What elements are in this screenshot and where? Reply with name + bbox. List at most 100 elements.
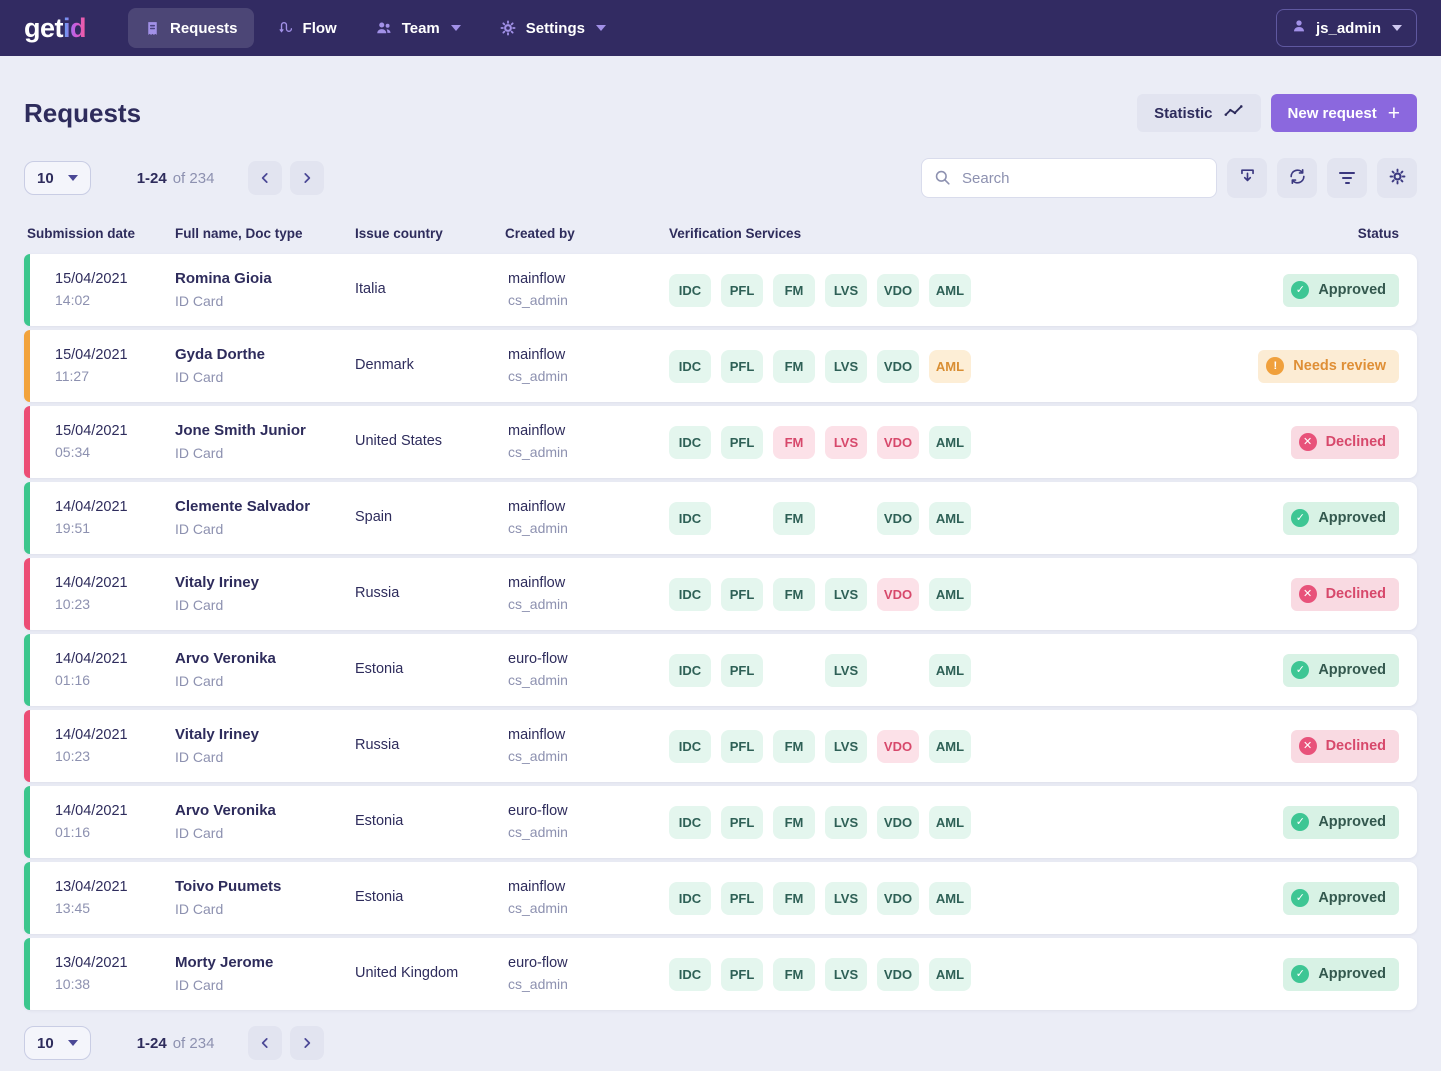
table-row[interactable]: 14/04/2021 10:23 Vitaly Iriney ID Card R… [24,710,1417,782]
full-name: Toivo Puumets [175,877,355,897]
cell-submission-date: 13/04/2021 10:38 [55,954,175,994]
verification-services: IDC FM VDO AML [669,502,1283,535]
verification-services: IDC PFL FM LVS VDO AML [669,958,1283,991]
app-logo[interactable]: getid [24,13,86,44]
cell-created-by: mainflow cs_admin [508,878,669,918]
created-by-flow: mainflow [508,422,669,442]
next-page-button[interactable] [290,161,324,195]
doc-type: ID Card [175,976,355,995]
created-by-admin: cs_admin [508,671,669,690]
pagination-range: 1-24of 234 [137,170,215,187]
submission-time: 13:45 [55,899,175,918]
status-badge: ✓ Approved [1283,654,1399,687]
status-badge: ✓ Approved [1283,274,1399,307]
cell-issue-country: Italia [355,280,508,300]
service-badge-pfl: PFL [721,350,763,383]
submission-time: 01:16 [55,823,175,842]
status-icon: ✓ [1291,889,1309,907]
service-badge-aml: AML [929,426,971,459]
page-size-value: 10 [37,1035,54,1052]
status-badge: ! Needs review [1258,350,1399,383]
th-created-by: Created by [505,226,669,241]
table-row[interactable]: 14/04/2021 01:16 Arvo Veronika ID Card E… [24,786,1417,858]
full-name: Arvo Veronika [175,801,355,821]
refresh-button[interactable] [1277,158,1317,198]
cell-submission-date: 14/04/2021 01:16 [55,802,175,842]
service-badge-pfl: PFL [721,958,763,991]
new-request-button[interactable]: New request + [1271,94,1417,132]
caret-down-icon [68,175,78,181]
table-row[interactable]: 15/04/2021 11:27 Gyda Dorthe ID Card Den… [24,330,1417,402]
created-by-admin: cs_admin [508,519,669,538]
service-badge-aml: AML [929,730,971,763]
cell-submission-date: 14/04/2021 10:23 [55,726,175,766]
full-name: Arvo Veronika [175,649,355,669]
search-input[interactable] [921,158,1217,198]
service-badge-lvs: LVS [825,654,867,687]
request-list: 15/04/2021 14:02 Romina Gioia ID Card It… [24,254,1417,1010]
status-badge: ✕ Declined [1291,426,1399,459]
service-badge-pfl: PFL [721,654,763,687]
table-row[interactable]: 14/04/2021 19:51 Clemente Salvador ID Ca… [24,482,1417,554]
status-badge: ✓ Approved [1283,502,1399,535]
page-size-select[interactable]: 10 [24,161,91,195]
service-badge-vdo: VDO [877,806,919,839]
statistic-button[interactable]: Statistic [1137,94,1260,132]
next-page-button-bottom[interactable] [290,1026,324,1060]
created-by-flow: mainflow [508,574,669,594]
filter-button[interactable] [1327,158,1367,198]
submission-time: 05:34 [55,443,175,462]
cell-created-by: euro-flow cs_admin [508,650,669,690]
th-full-name: Full name, Doc type [175,226,355,241]
table-row[interactable]: 15/04/2021 14:02 Romina Gioia ID Card It… [24,254,1417,326]
service-badge-idc: IDC [669,502,711,535]
search-icon [933,168,952,192]
full-name: Jone Smith Junior [175,421,355,441]
submission-date: 14/04/2021 [55,650,175,670]
table-settings-button[interactable] [1377,158,1417,198]
service-badge-vdo: VDO [877,502,919,535]
verification-services: IDC PFL LVS AML [669,654,1283,687]
user-menu-button[interactable]: js_admin [1276,9,1417,47]
nav-item-settings[interactable]: Settings [483,8,622,48]
doc-type: ID Card [175,596,355,615]
filter-icon [1339,172,1355,184]
table-row[interactable]: 15/04/2021 05:34 Jone Smith Junior ID Ca… [24,406,1417,478]
created-by-admin: cs_admin [508,443,669,462]
status-label: Needs review [1293,358,1386,374]
status-label: Approved [1318,814,1386,830]
cell-submission-date: 13/04/2021 13:45 [55,878,175,918]
nav-item-flow[interactable]: Flow [260,8,353,48]
doc-type: ID Card [175,824,355,843]
issue-country: United States [355,432,508,452]
table-row[interactable]: 13/04/2021 10:38 Morty Jerome ID Card Un… [24,938,1417,1010]
nav-label-settings: Settings [526,20,585,37]
table-row[interactable]: 14/04/2021 10:23 Vitaly Iriney ID Card R… [24,558,1417,630]
status-accent-bar [24,862,30,934]
created-by-admin: cs_admin [508,975,669,994]
caret-down-icon [596,25,606,31]
issue-country: Russia [355,736,508,756]
nav-item-team[interactable]: Team [359,8,477,48]
issue-country: Spain [355,508,508,528]
table-row[interactable]: 14/04/2021 01:16 Arvo Veronika ID Card E… [24,634,1417,706]
prev-page-button[interactable] [248,161,282,195]
verification-services: IDC PFL FM LVS VDO AML [669,806,1283,839]
requests-icon [144,20,161,37]
service-badge-aml: AML [929,806,971,839]
status-badge: ✓ Approved [1283,806,1399,839]
cell-full-name: Toivo Puumets ID Card [175,877,355,918]
range-total: of 234 [173,170,215,187]
th-verification-services: Verification Services [669,226,1358,241]
submission-date: 15/04/2021 [55,422,175,442]
cell-created-by: mainflow cs_admin [508,422,669,462]
status-label: Approved [1318,966,1386,982]
service-badge-idc: IDC [669,426,711,459]
prev-page-button-bottom[interactable] [248,1026,282,1060]
table-row[interactable]: 13/04/2021 13:45 Toivo Puumets ID Card E… [24,862,1417,934]
page-size-select-bottom[interactable]: 10 [24,1026,91,1060]
export-button[interactable] [1227,158,1267,198]
nav-item-requests[interactable]: Requests [128,8,254,48]
cell-issue-country: Russia [355,736,508,756]
cell-full-name: Arvo Veronika ID Card [175,801,355,842]
